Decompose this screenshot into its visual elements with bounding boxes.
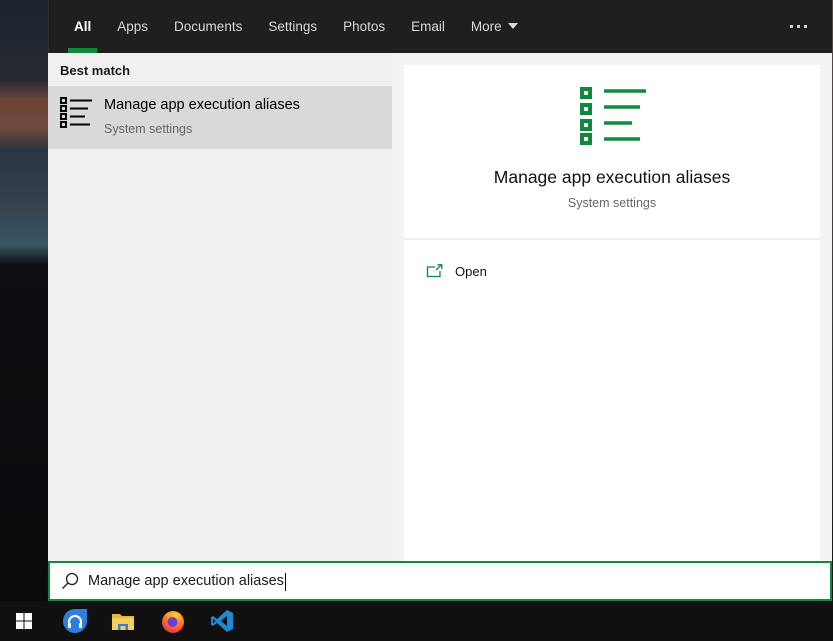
- preview-header: Manage app execution aliases System sett…: [404, 65, 820, 240]
- taskbar-firefox[interactable]: [149, 601, 197, 641]
- open-action[interactable]: Open: [426, 259, 487, 283]
- tab-photos[interactable]: Photos: [330, 0, 398, 53]
- tab-settings[interactable]: Settings: [255, 0, 330, 53]
- section-label-best-match: Best match: [60, 63, 131, 78]
- preview-pane: Manage app execution aliases System sett…: [404, 65, 820, 561]
- open-action-label: Open: [455, 263, 487, 279]
- text-cursor: [284, 573, 286, 591]
- ellipsis-icon: [796, 25, 800, 28]
- tab-documents[interactable]: Documents: [161, 0, 255, 53]
- tab-label: Settings: [268, 19, 318, 34]
- vscode-icon: [211, 610, 233, 632]
- tab-label: All: [74, 19, 92, 34]
- tab-email[interactable]: Email: [398, 0, 458, 53]
- result-title: Manage app execution aliases: [104, 97, 300, 113]
- windows-logo-icon: [16, 613, 32, 629]
- firefox-icon: [162, 611, 184, 633]
- search-scope-tabs: All Apps Documents Settings Photos Email…: [61, 0, 531, 53]
- search-header: All Apps Documents Settings Photos Email…: [48, 0, 832, 53]
- tab-label: Photos: [343, 19, 386, 34]
- result-subtitle: System settings: [104, 122, 193, 136]
- taskbar-vscode[interactable]: [198, 601, 246, 641]
- preview-title: Manage app execution aliases: [493, 167, 731, 187]
- preview-subtitle: System settings: [567, 196, 657, 210]
- list-settings-icon: [580, 87, 646, 145]
- more-options-button[interactable]: [784, 0, 812, 53]
- desktop-wallpaper: [0, 0, 48, 600]
- result-item-best-match[interactable]: Manage app execution aliases System sett…: [48, 86, 392, 149]
- tab-label: Apps: [117, 19, 149, 34]
- list-settings-icon: [60, 97, 92, 128]
- start-button[interactable]: [0, 601, 48, 641]
- ellipsis-icon: [789, 25, 793, 28]
- caret-down-icon: [507, 23, 518, 29]
- tab-label: More: [470, 19, 502, 34]
- open-external-icon: [426, 264, 443, 278]
- search-input[interactable]: [88, 563, 818, 599]
- tab-apps[interactable]: Apps: [104, 0, 161, 53]
- search-box[interactable]: [48, 561, 832, 601]
- folder-icon: [112, 614, 134, 630]
- taskbar-music-app[interactable]: [51, 601, 99, 641]
- search-panel: All Apps Documents Settings Photos Email…: [48, 0, 832, 600]
- tab-label: Documents: [174, 19, 243, 34]
- headphones-icon: [63, 609, 87, 633]
- tab-label: Email: [411, 19, 445, 34]
- results-list: Best match Manage app execution aliases …: [48, 53, 392, 561]
- tab-more[interactable]: More: [458, 0, 531, 53]
- tab-all[interactable]: All: [61, 0, 104, 53]
- search-icon: [62, 572, 79, 589]
- ellipsis-icon: [803, 25, 807, 28]
- taskbar-file-explorer[interactable]: [99, 601, 147, 641]
- taskbar: [0, 601, 833, 641]
